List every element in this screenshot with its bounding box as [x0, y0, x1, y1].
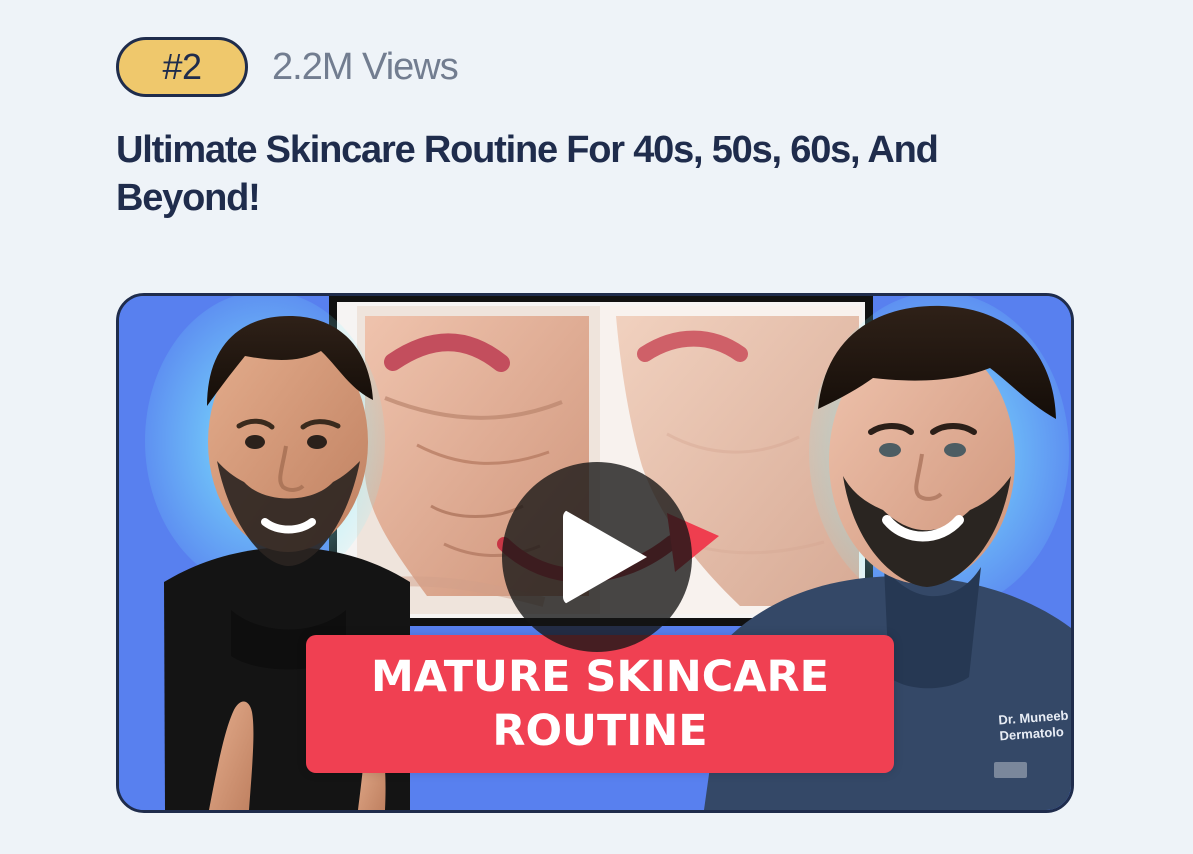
banner-line-1: MATURE SKINCARE [370, 652, 830, 702]
view-count: 2.2M Views [272, 45, 459, 88]
video-card: #2 2.2M Views Ultimate Skincare Routine … [0, 0, 1193, 854]
video-thumbnail[interactable]: MATURE SKINCARE ROUTINE Dr. Muneeb Derma… [116, 293, 1074, 813]
scrub-name-text: Dr. Muneeb Dermatolo [998, 708, 1070, 745]
rank-badge: #2 [116, 37, 248, 97]
video-meta-row: #2 2.2M Views [116, 37, 459, 97]
thumbnail-banner: MATURE SKINCARE ROUTINE [306, 635, 894, 773]
video-title[interactable]: Ultimate Skincare Routine For 40s, 50s, … [116, 126, 1076, 222]
banner-line-2: ROUTINE [492, 706, 708, 756]
play-icon [563, 509, 647, 605]
play-button[interactable] [502, 462, 692, 652]
